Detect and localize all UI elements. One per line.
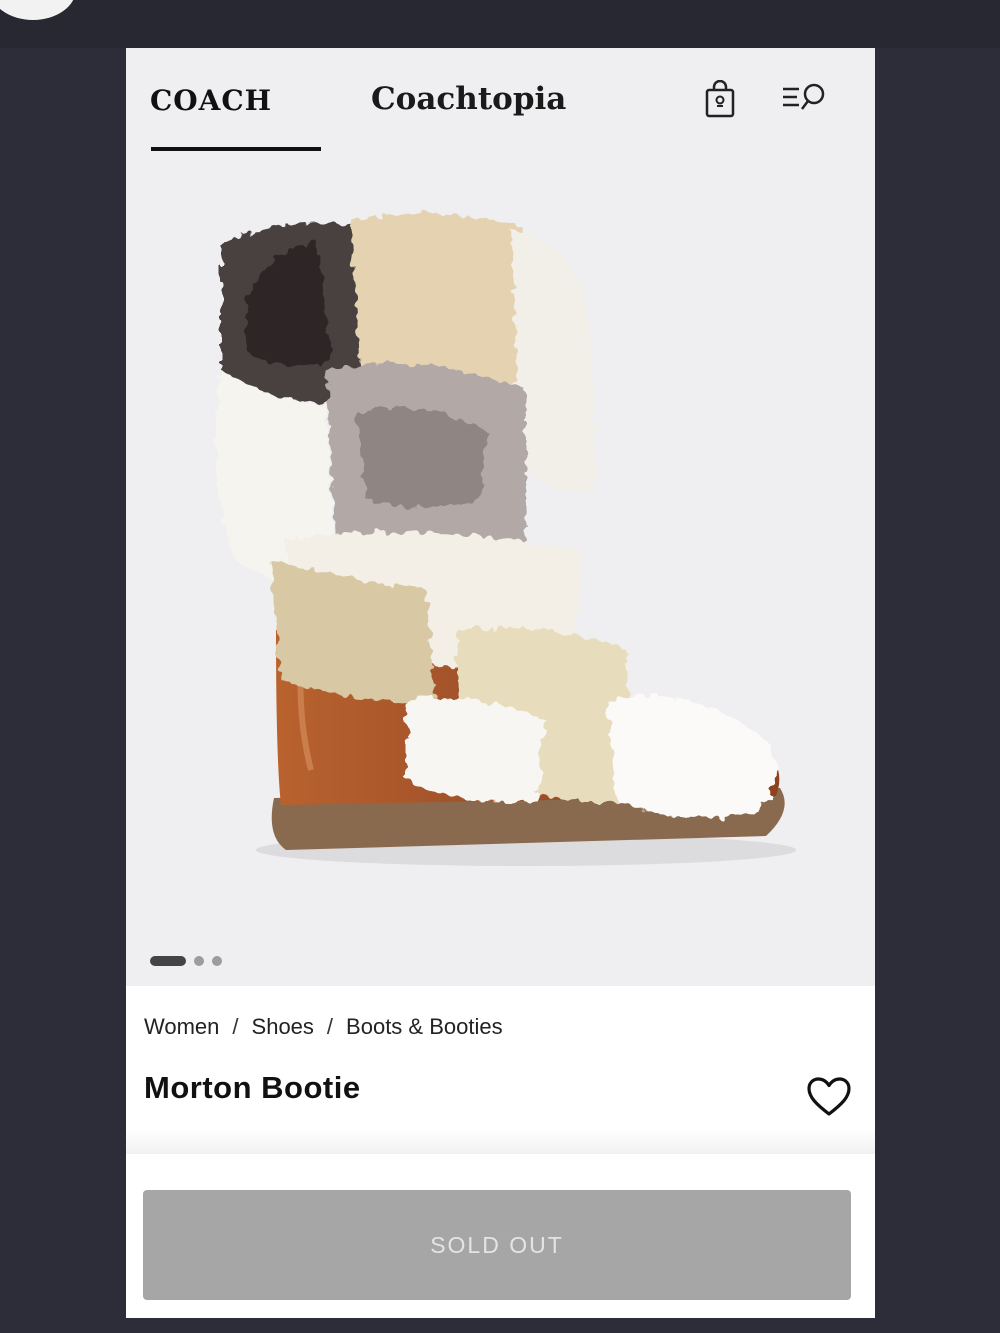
product-title: Morton Bootie (144, 1070, 361, 1105)
top-bar (0, 0, 1000, 48)
boot-image (216, 213, 796, 866)
breadcrumb-separator: / (326, 1014, 334, 1039)
breadcrumb-separator: / (232, 1014, 239, 1039)
phone-screen: COACH Coachtopia Women / Shoes / Boots &… (126, 48, 875, 1318)
carousel-dot-active[interactable] (150, 956, 186, 966)
breadcrumb: Women / Shoes / Boots & Booties (144, 1014, 503, 1040)
breadcrumb-women[interactable]: Women (144, 1014, 219, 1039)
breadcrumb-shoes[interactable]: Shoes (252, 1014, 314, 1039)
menu-search-icon[interactable] (781, 82, 829, 114)
coach-logo[interactable]: COACH (150, 84, 272, 117)
carousel-dot[interactable] (194, 956, 204, 966)
shopping-bag-icon[interactable] (704, 80, 736, 118)
tab-coachtopia[interactable]: Coachtopia (371, 81, 566, 117)
product-image-carousel[interactable] (126, 160, 875, 986)
breadcrumb-boots-booties[interactable]: Boots & Booties (346, 1014, 503, 1039)
sold-out-button[interactable]: SOLD OUT (143, 1190, 851, 1300)
carousel-dot[interactable] (212, 956, 222, 966)
site-header: COACH Coachtopia (126, 48, 875, 160)
active-tab-underline (151, 147, 321, 151)
divider (126, 1128, 875, 1154)
heart-icon[interactable] (806, 1076, 852, 1118)
